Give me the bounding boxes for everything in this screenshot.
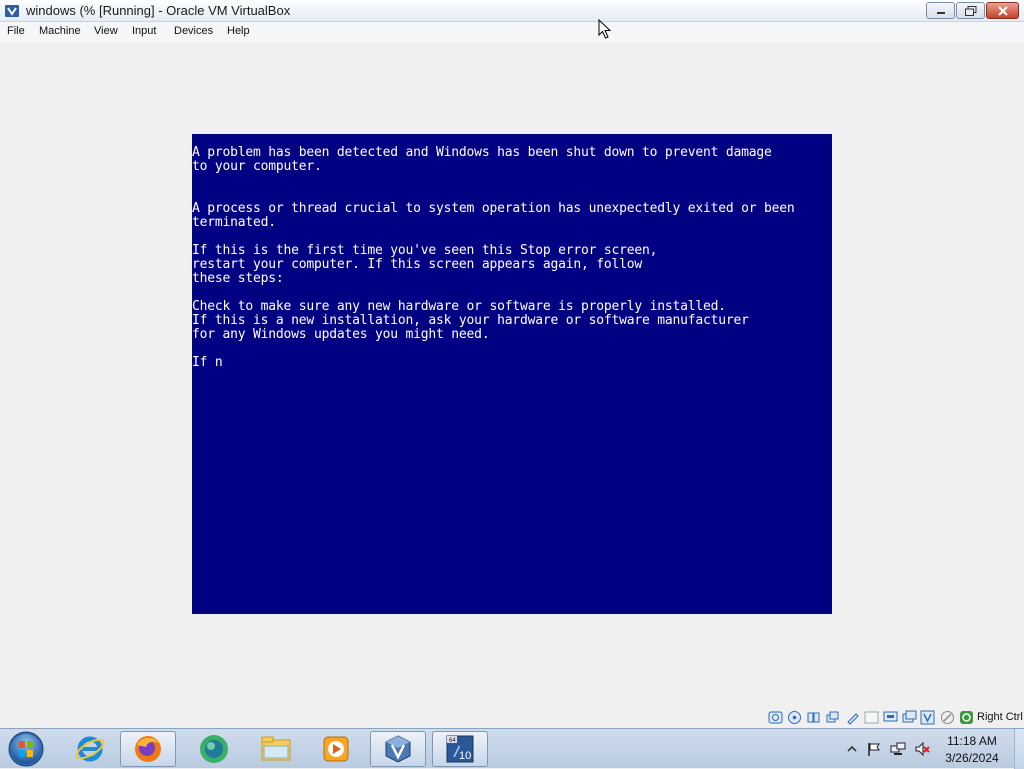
network-icon[interactable] <box>890 741 906 757</box>
keyboard-capture-icon[interactable] <box>959 710 974 725</box>
video-capture-icon[interactable] <box>902 710 917 725</box>
windows-10-vm-icon: 64 10 <box>446 735 474 763</box>
virtualbox-icon <box>385 735 411 763</box>
display-icon[interactable] <box>883 710 898 725</box>
hard-disk-icon[interactable] <box>768 710 783 725</box>
firefox-icon <box>135 736 161 762</box>
close-icon <box>997 5 1008 16</box>
shared-folders-icon[interactable] <box>864 710 879 725</box>
optical-drive-icon[interactable] <box>787 710 802 725</box>
svg-text:64: 64 <box>449 738 456 744</box>
taskbar-windows-10-vm[interactable]: 64 10 <box>432 731 488 767</box>
menu-input[interactable]: Input <box>132 25 156 37</box>
virtualbox-icon <box>5 5 19 17</box>
guest-screen-bsod[interactable]: A problem has been detected and Windows … <box>192 134 832 614</box>
show-desktop-button[interactable] <box>1014 729 1024 769</box>
mouse-cursor-icon <box>598 19 612 39</box>
menu-file[interactable]: File <box>7 25 25 37</box>
cpu-virtualization-icon[interactable] <box>920 710 935 725</box>
host-key-label: Right Ctrl <box>977 711 1023 723</box>
clock-date[interactable]: 3/26/2024 <box>936 751 1008 765</box>
taskbar-internet-explorer[interactable] <box>62 731 118 767</box>
taskbar: 64 10 11:18 AM 3/26/2024 <box>0 728 1024 769</box>
virtualbox-status-bar: Right Ctrl <box>0 708 1024 728</box>
mouse-integration-icon[interactable] <box>940 710 955 725</box>
start-button[interactable] <box>6 730 46 768</box>
show-hidden-icons-icon[interactable] <box>844 741 860 757</box>
internet-explorer-icon <box>75 736 105 762</box>
menu-bar: File Machine View Input Devices Help <box>0 22 1024 42</box>
minimize-icon <box>936 11 945 14</box>
audio-icon[interactable] <box>806 710 821 725</box>
menu-view[interactable]: View <box>94 25 118 37</box>
window-title: windows (% [Running] - Oracle VM Virtual… <box>26 3 291 18</box>
clock-time[interactable]: 11:18 AM <box>936 734 1008 748</box>
volume-muted-icon[interactable] <box>914 741 930 757</box>
taskbar-virtualbox[interactable] <box>370 731 426 767</box>
taskbar-media-player[interactable] <box>308 731 364 767</box>
svg-text:10: 10 <box>459 750 471 762</box>
taskbar-firefox[interactable] <box>120 731 176 767</box>
media-player-icon <box>323 736 349 762</box>
menu-devices[interactable]: Devices <box>174 25 213 37</box>
usb-icon[interactable] <box>845 710 860 725</box>
restore-button[interactable] <box>956 2 985 19</box>
network-icon[interactable] <box>825 710 840 725</box>
taskbar-bluestacks[interactable] <box>186 731 242 767</box>
file-explorer-icon <box>261 736 291 761</box>
minimize-button[interactable] <box>926 2 955 19</box>
title-bar[interactable]: windows (% [Running] - Oracle VM Virtual… <box>0 0 1024 22</box>
action-center-flag-icon[interactable] <box>866 741 882 757</box>
bsod-message: A problem has been detected and Windows … <box>192 145 795 370</box>
close-button[interactable] <box>986 2 1019 19</box>
bluestacks-icon <box>200 735 228 763</box>
menu-machine[interactable]: Machine <box>39 25 81 37</box>
restore-icon <box>964 5 976 16</box>
menu-help[interactable]: Help <box>227 25 250 37</box>
taskbar-file-explorer[interactable] <box>248 731 304 767</box>
